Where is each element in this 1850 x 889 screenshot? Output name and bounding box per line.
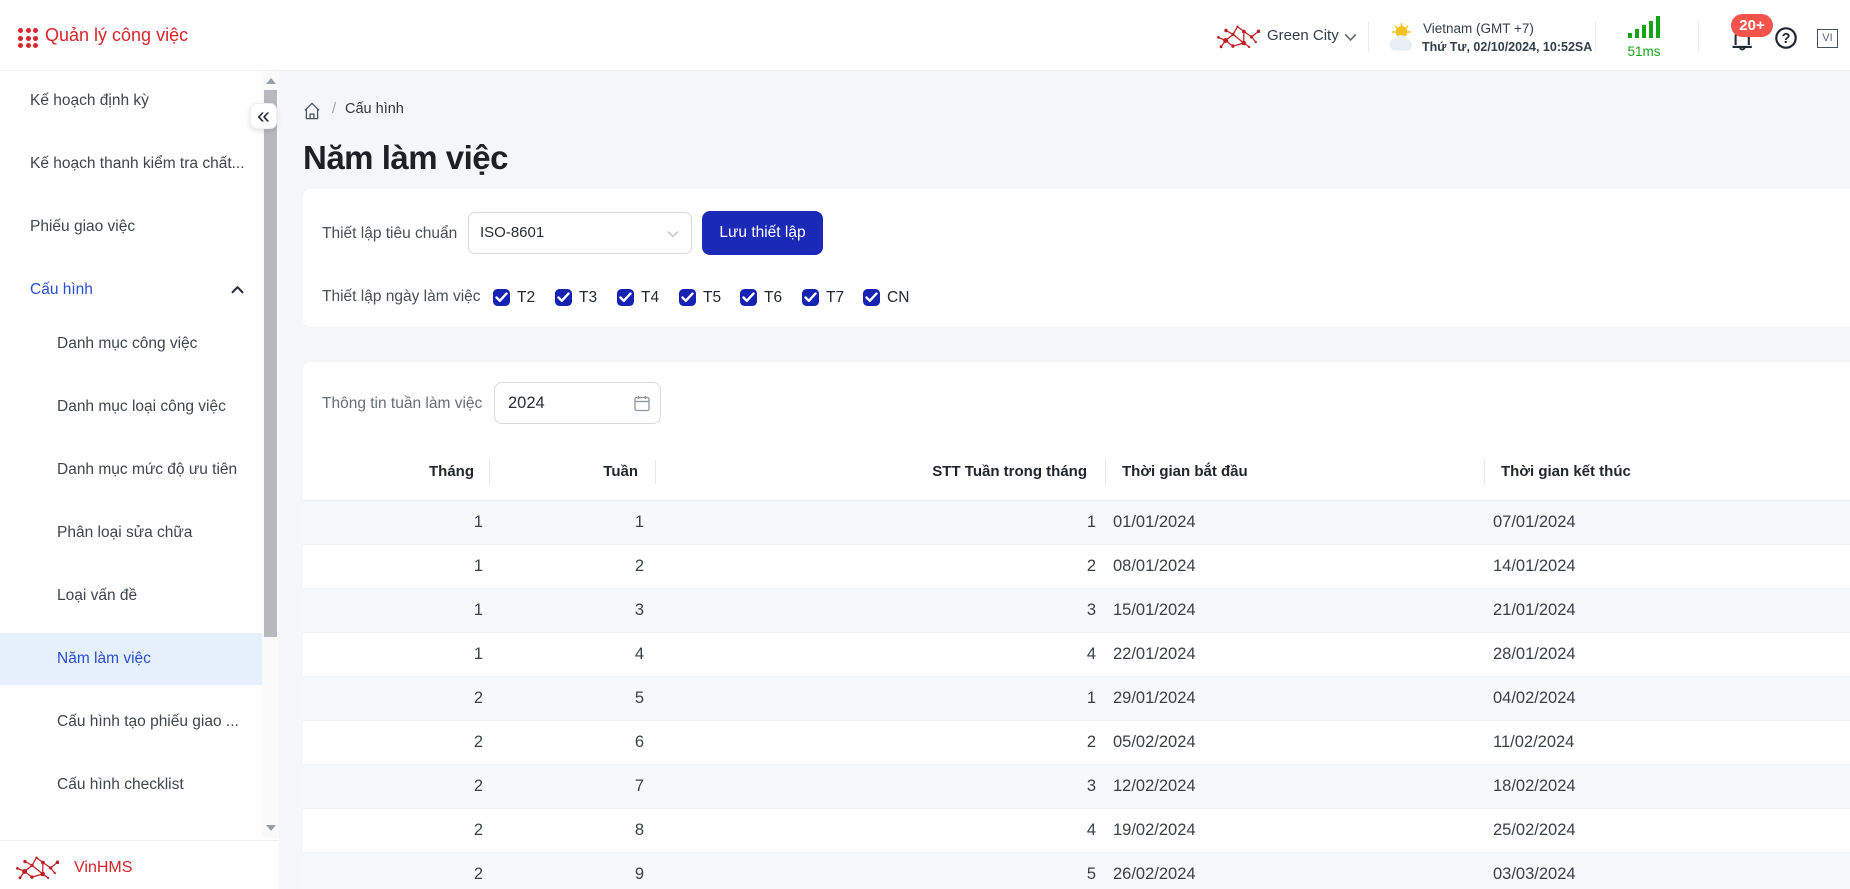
svg-text:?: ? bbox=[1782, 31, 1791, 47]
